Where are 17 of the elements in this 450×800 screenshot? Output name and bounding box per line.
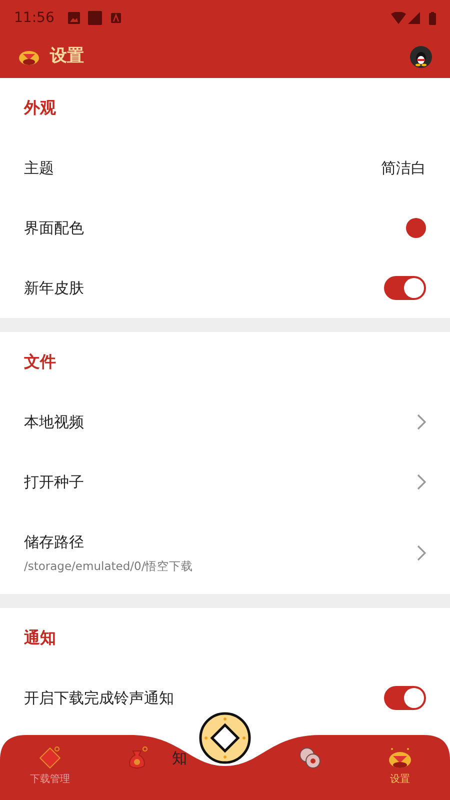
setting-label: 界面配色 — [24, 218, 84, 237]
setting-label: 本地视频 — [24, 412, 84, 431]
page-title: 设置 — [50, 45, 84, 68]
nav-tab[interactable]: 下载管理 — [10, 746, 90, 787]
section-title: 通知 — [24, 627, 56, 649]
status-time: 11:56 — [14, 8, 54, 28]
setting-label: 储存路径 — [24, 532, 85, 554]
setting-value[interactable]: 简洁白 — [381, 156, 426, 180]
setting-label: 新年皮肤 — [24, 278, 84, 297]
setting-label: 主题 — [24, 158, 54, 177]
section-title: 外观 — [24, 97, 56, 119]
path-text: /storage/emulated/0/悟空下载 — [24, 558, 194, 575]
section-title: 文件 — [24, 351, 56, 373]
setting-label: 知 — [172, 748, 187, 767]
setting-label: 开启下载完成铃声通知 — [24, 688, 174, 707]
setting-label: 打开种子 — [24, 472, 84, 491]
nav-tab[interactable]: 设置 — [360, 746, 440, 787]
